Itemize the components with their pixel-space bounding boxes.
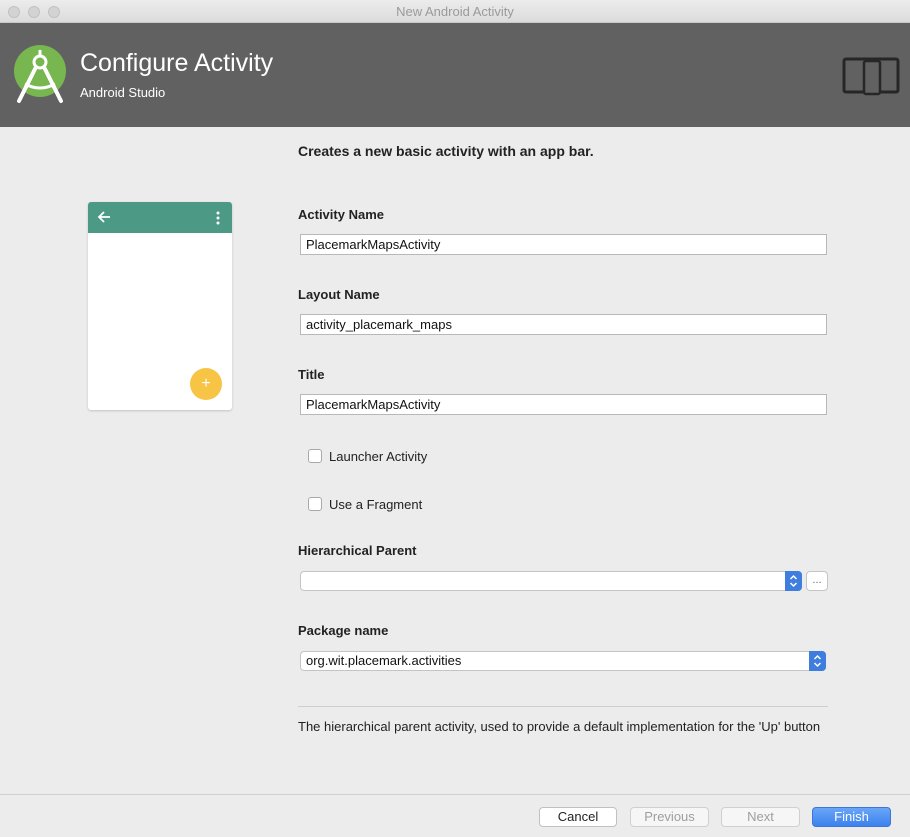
hierarchical-parent-label: Hierarchical Parent: [298, 543, 417, 558]
layout-name-label: Layout Name: [298, 287, 380, 302]
activity-description: Creates a new basic activity with an app…: [298, 143, 594, 159]
hierarchical-parent-select[interactable]: [300, 571, 802, 591]
more-vert-icon: [215, 210, 221, 226]
browse-parent-button[interactable]: ...: [806, 571, 828, 591]
activity-preview: +: [88, 202, 232, 410]
page-subtitle: Android Studio: [80, 85, 166, 100]
arrow-back-icon: [97, 210, 111, 224]
launcher-activity-checkbox[interactable]: [308, 449, 322, 463]
activity-name-input[interactable]: [300, 234, 827, 255]
chevron-up-down-icon[interactable]: [785, 571, 802, 591]
package-name-label: Package name: [298, 623, 389, 638]
use-fragment-option[interactable]: Use a Fragment: [308, 496, 422, 512]
previous-button[interactable]: Previous: [630, 807, 709, 827]
use-fragment-checkbox[interactable]: [308, 497, 322, 511]
divider: [298, 706, 828, 707]
launcher-activity-option[interactable]: Launcher Activity: [308, 448, 427, 464]
launcher-activity-label: Launcher Activity: [329, 448, 428, 464]
window-titlebar: New Android Activity: [0, 0, 910, 23]
help-text: The hierarchical parent activity, used t…: [298, 719, 821, 734]
page-title: Configure Activity: [80, 49, 274, 77]
activity-name-label: Activity Name: [298, 207, 384, 222]
finish-button[interactable]: Finish: [812, 807, 891, 827]
next-button[interactable]: Next: [721, 807, 800, 827]
chevron-up-down-icon[interactable]: [809, 651, 826, 671]
cancel-button[interactable]: Cancel: [539, 807, 617, 827]
title-label: Title: [298, 367, 325, 382]
package-name-select[interactable]: org.wit.placemark.activities: [300, 651, 826, 671]
tablet-phone-icon: [842, 56, 900, 96]
preview-fab: +: [190, 368, 222, 400]
footer-divider: [0, 794, 910, 795]
use-fragment-label: Use a Fragment: [329, 496, 423, 512]
wizard-header: Configure Activity Android Studio: [0, 23, 910, 127]
title-input[interactable]: [300, 394, 827, 415]
android-studio-logo-icon: [13, 44, 69, 106]
package-name-value: org.wit.placemark.activities: [306, 653, 462, 668]
preview-app-bar: [88, 202, 232, 233]
window-title: New Android Activity: [396, 4, 514, 19]
layout-name-input[interactable]: [300, 314, 827, 335]
